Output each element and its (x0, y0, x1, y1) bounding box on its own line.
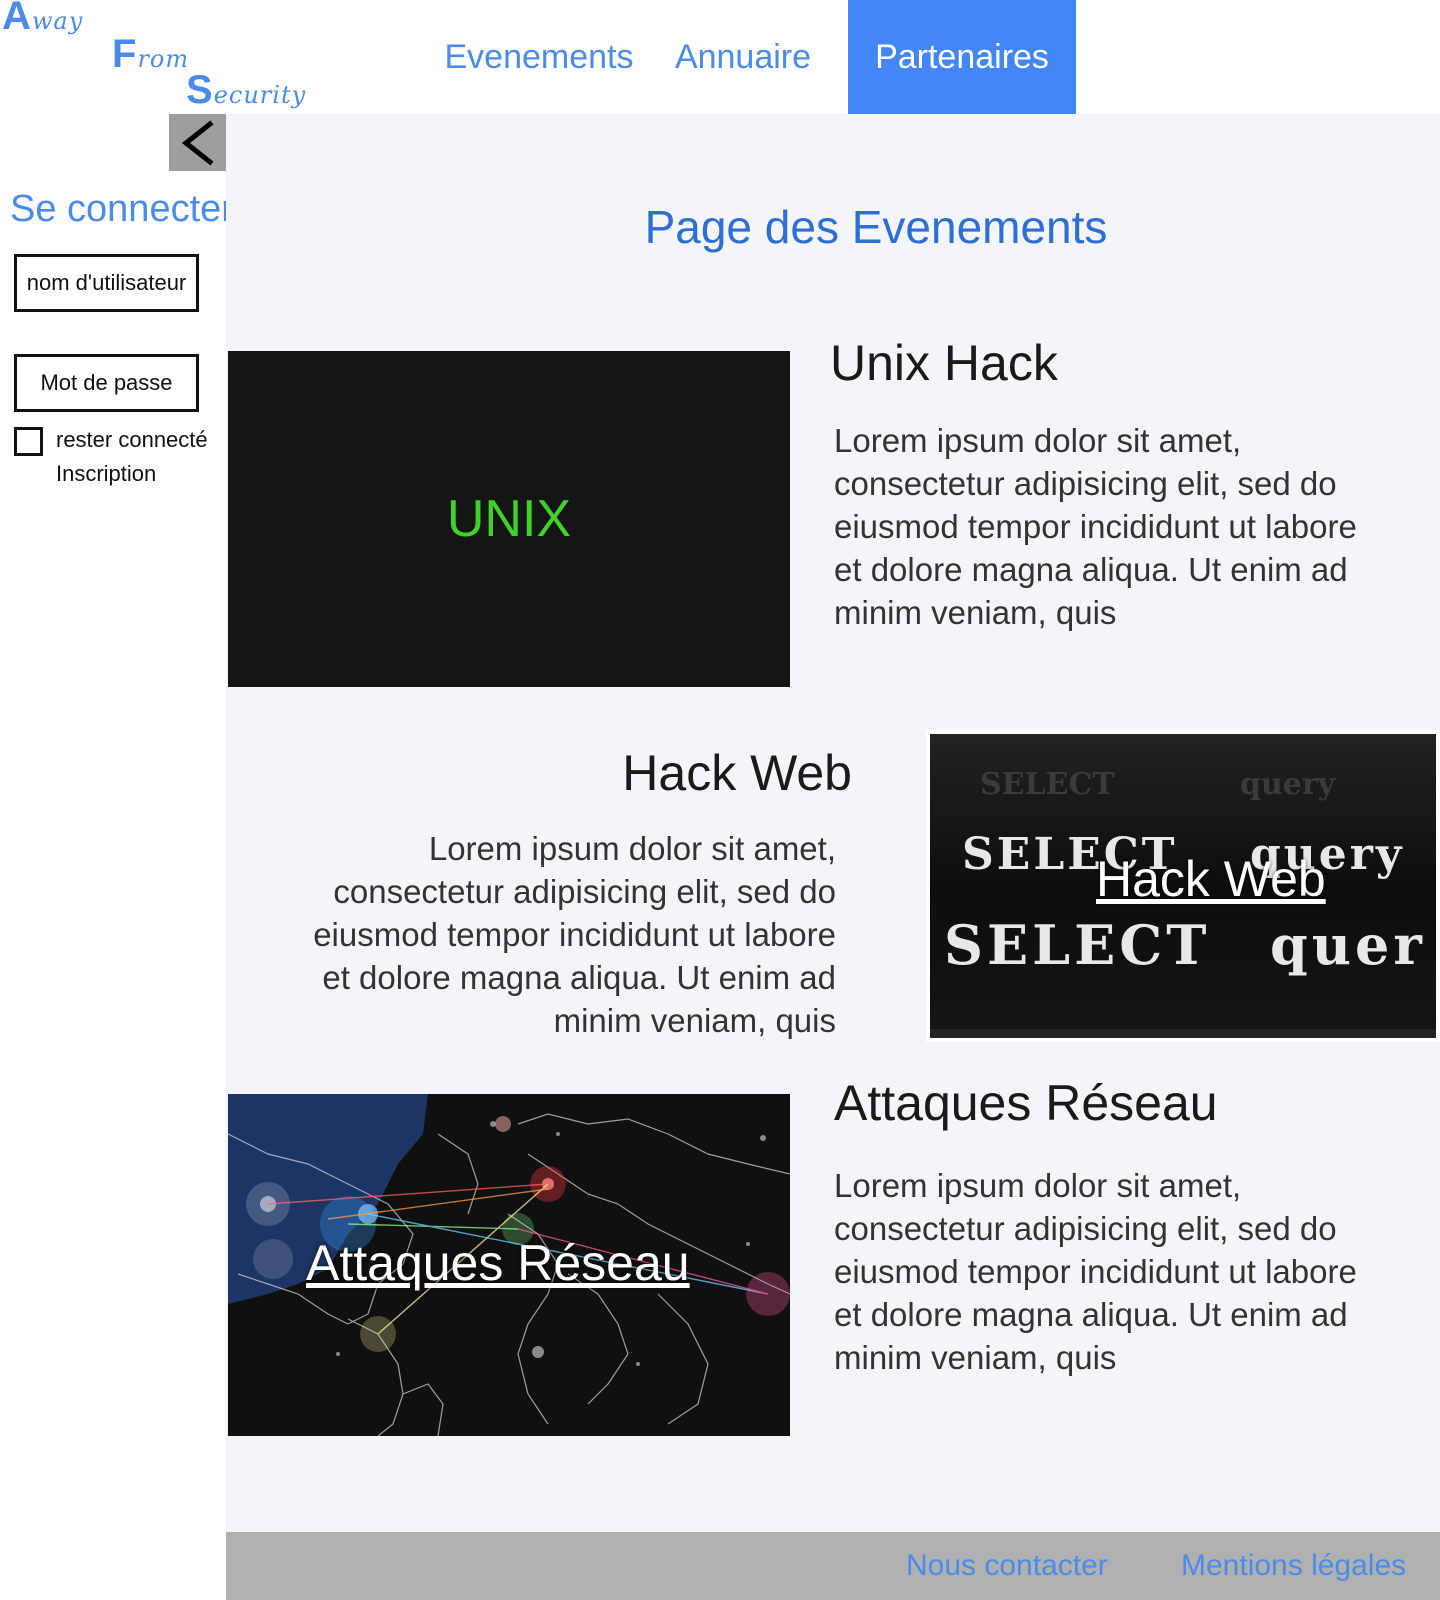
password-input[interactable] (14, 354, 199, 412)
footer: Nous contacter Mentions légales (226, 1532, 1440, 1600)
svg-text:SELECT: SELECT (944, 913, 1210, 977)
username-input[interactable] (14, 254, 199, 312)
event-image-hack-web[interactable]: SELECT query SELECT query SELECT quer Ha… (926, 730, 1440, 1042)
page-title: Page des Evenements (644, 201, 1108, 253)
logo-line-away: Away (2, 0, 83, 39)
logo-line-security: Security (186, 68, 306, 113)
remember-me-label: rester connecté (56, 427, 208, 452)
login-title: Se connecter (10, 188, 234, 230)
event-title: Unix Hack (830, 335, 1058, 391)
logo-word: way (31, 7, 84, 35)
logo-letter: F (112, 32, 138, 76)
main-content: Page des Evenements UNIX Unix Hack Lorem… (226, 114, 1440, 1600)
signup-link[interactable]: Inscription (56, 461, 156, 487)
svg-text:quer: quer (1270, 913, 1426, 977)
nav-item-partenaires[interactable]: Partenaires (848, 0, 1076, 114)
event-image-link[interactable]: Attaques Réseau (306, 1234, 690, 1292)
footer-link-contact[interactable]: Nous contacter (906, 1532, 1108, 1600)
logo-word: ecurity (213, 81, 307, 109)
event-image-link[interactable]: Hack Web (1096, 850, 1326, 908)
svg-text:SELECT: SELECT (980, 767, 1115, 802)
remember-me-checkbox[interactable] (14, 427, 43, 456)
event-description: Lorem ipsum dolor sit amet, consectetur … (834, 1167, 1357, 1376)
logo-letter: S (186, 68, 214, 112)
event-description: Lorem ipsum dolor sit amet, consectetur … (313, 830, 836, 1039)
event-image-label: UNIX (446, 490, 572, 548)
chevron-left-icon (181, 119, 214, 166)
svg-text:query: query (1240, 767, 1337, 802)
logo-letter: A (2, 0, 32, 38)
logo-word: rom (137, 45, 190, 73)
event-description: Lorem ipsum dolor sit amet, consectetur … (834, 422, 1357, 631)
main-nav: Evenements Annuaire Partenaires (400, 0, 1076, 114)
footer-link-legal[interactable]: Mentions légales (1181, 1532, 1406, 1600)
nav-item-evenements[interactable]: Evenements (400, 0, 638, 114)
nav-item-annuaire[interactable]: Annuaire (638, 0, 848, 114)
event-image-attaques-reseau[interactable]: Attaques Réseau (228, 1094, 790, 1436)
site-logo[interactable]: Away From Security (0, 0, 400, 114)
event-title: Attaques Réseau (834, 1075, 1218, 1131)
logo-line-from: From (112, 32, 189, 77)
event-image-unix[interactable]: UNIX (228, 351, 790, 687)
sidebar-toggle-button[interactable] (169, 114, 226, 171)
event-title: Hack Web (622, 745, 852, 801)
